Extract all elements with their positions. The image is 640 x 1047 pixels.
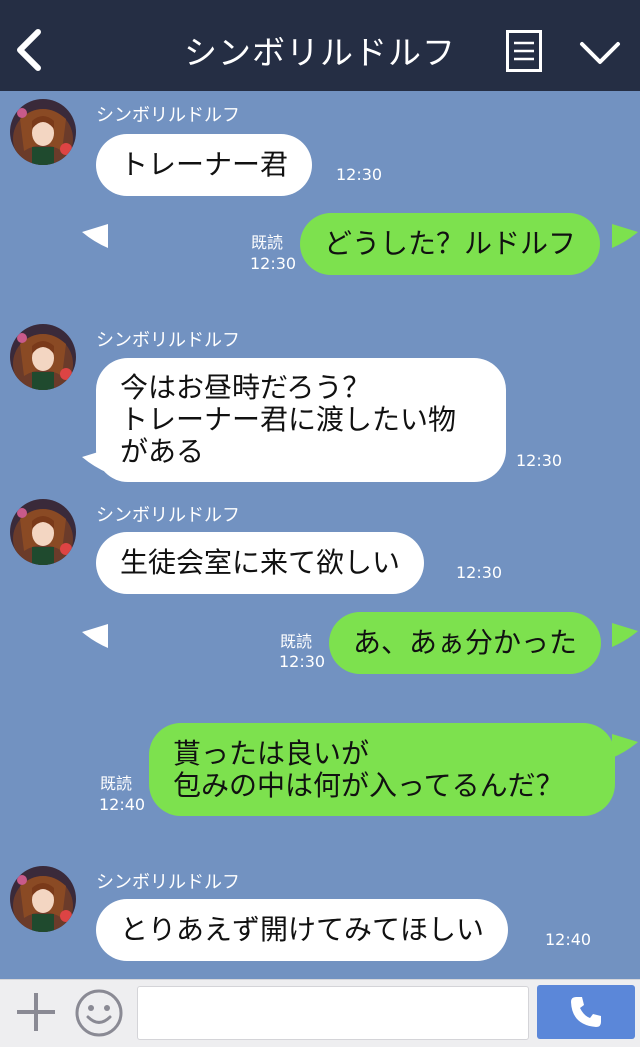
sender-name: シンボリルドルフ bbox=[96, 505, 240, 526]
plus-icon[interactable] bbox=[14, 990, 58, 1034]
avatar[interactable] bbox=[10, 866, 76, 932]
message-time: 12:30 bbox=[336, 165, 383, 184]
bubble-tail bbox=[82, 624, 108, 648]
message-time: 12:30 bbox=[456, 563, 503, 582]
message-time: 12:30 bbox=[279, 652, 326, 671]
sender-name: シンボリルドルフ bbox=[96, 330, 240, 351]
sender-name: シンボリルドルフ bbox=[96, 105, 240, 126]
avatar[interactable] bbox=[10, 99, 76, 165]
chevron-down-icon[interactable] bbox=[578, 38, 622, 68]
message-input[interactable] bbox=[137, 986, 529, 1040]
message-bubble[interactable]: 貰ったは良いが 包みの中は何が入ってるんだ？ bbox=[149, 723, 615, 816]
chat-title: シンボリルドルフ bbox=[184, 33, 456, 72]
read-receipt: 既読 bbox=[100, 774, 133, 793]
bubble-tail bbox=[612, 224, 638, 248]
message-bubble[interactable]: 生徒会室に来て欲しい bbox=[96, 532, 425, 594]
chat-header: シンボリルドルフ bbox=[0, 0, 640, 91]
message-time: 12:30 bbox=[250, 254, 297, 273]
smiley-icon[interactable] bbox=[74, 988, 124, 1038]
message-list[interactable]: シンボリルドルフ トレーナー君 12:30 既読 12:30 どうした？ルドルフ… bbox=[0, 91, 640, 1015]
call-button[interactable] bbox=[537, 985, 635, 1039]
message-bubble[interactable]: トレーナー君 bbox=[96, 134, 313, 196]
avatar[interactable] bbox=[10, 499, 76, 565]
read-receipt: 既読 bbox=[280, 632, 313, 651]
message-bubble[interactable]: 今はお昼時だろう？ トレーナー君に渡したい物 がある bbox=[96, 358, 506, 482]
read-receipt: 既読 bbox=[251, 233, 284, 252]
bubble-tail bbox=[612, 734, 638, 758]
message-bubble[interactable]: あ、あぁ分かった bbox=[329, 612, 602, 674]
message-bubble[interactable]: とりあえず開けてみてほしい bbox=[96, 899, 509, 961]
avatar[interactable] bbox=[10, 324, 76, 390]
bubble-tail bbox=[612, 623, 638, 647]
message-time: 12:40 bbox=[99, 795, 146, 814]
back-chevron-icon[interactable] bbox=[12, 28, 48, 72]
menu-list-icon[interactable] bbox=[506, 30, 542, 72]
bubble-tail bbox=[82, 224, 108, 248]
sender-name: シンボリルドルフ bbox=[96, 872, 240, 893]
message-bubble[interactable]: どうした？ルドルフ bbox=[300, 213, 601, 275]
message-input-bar bbox=[0, 979, 640, 1047]
message-time: 12:40 bbox=[545, 930, 592, 949]
phone-icon bbox=[571, 997, 601, 1027]
message-time: 12:30 bbox=[516, 451, 563, 470]
